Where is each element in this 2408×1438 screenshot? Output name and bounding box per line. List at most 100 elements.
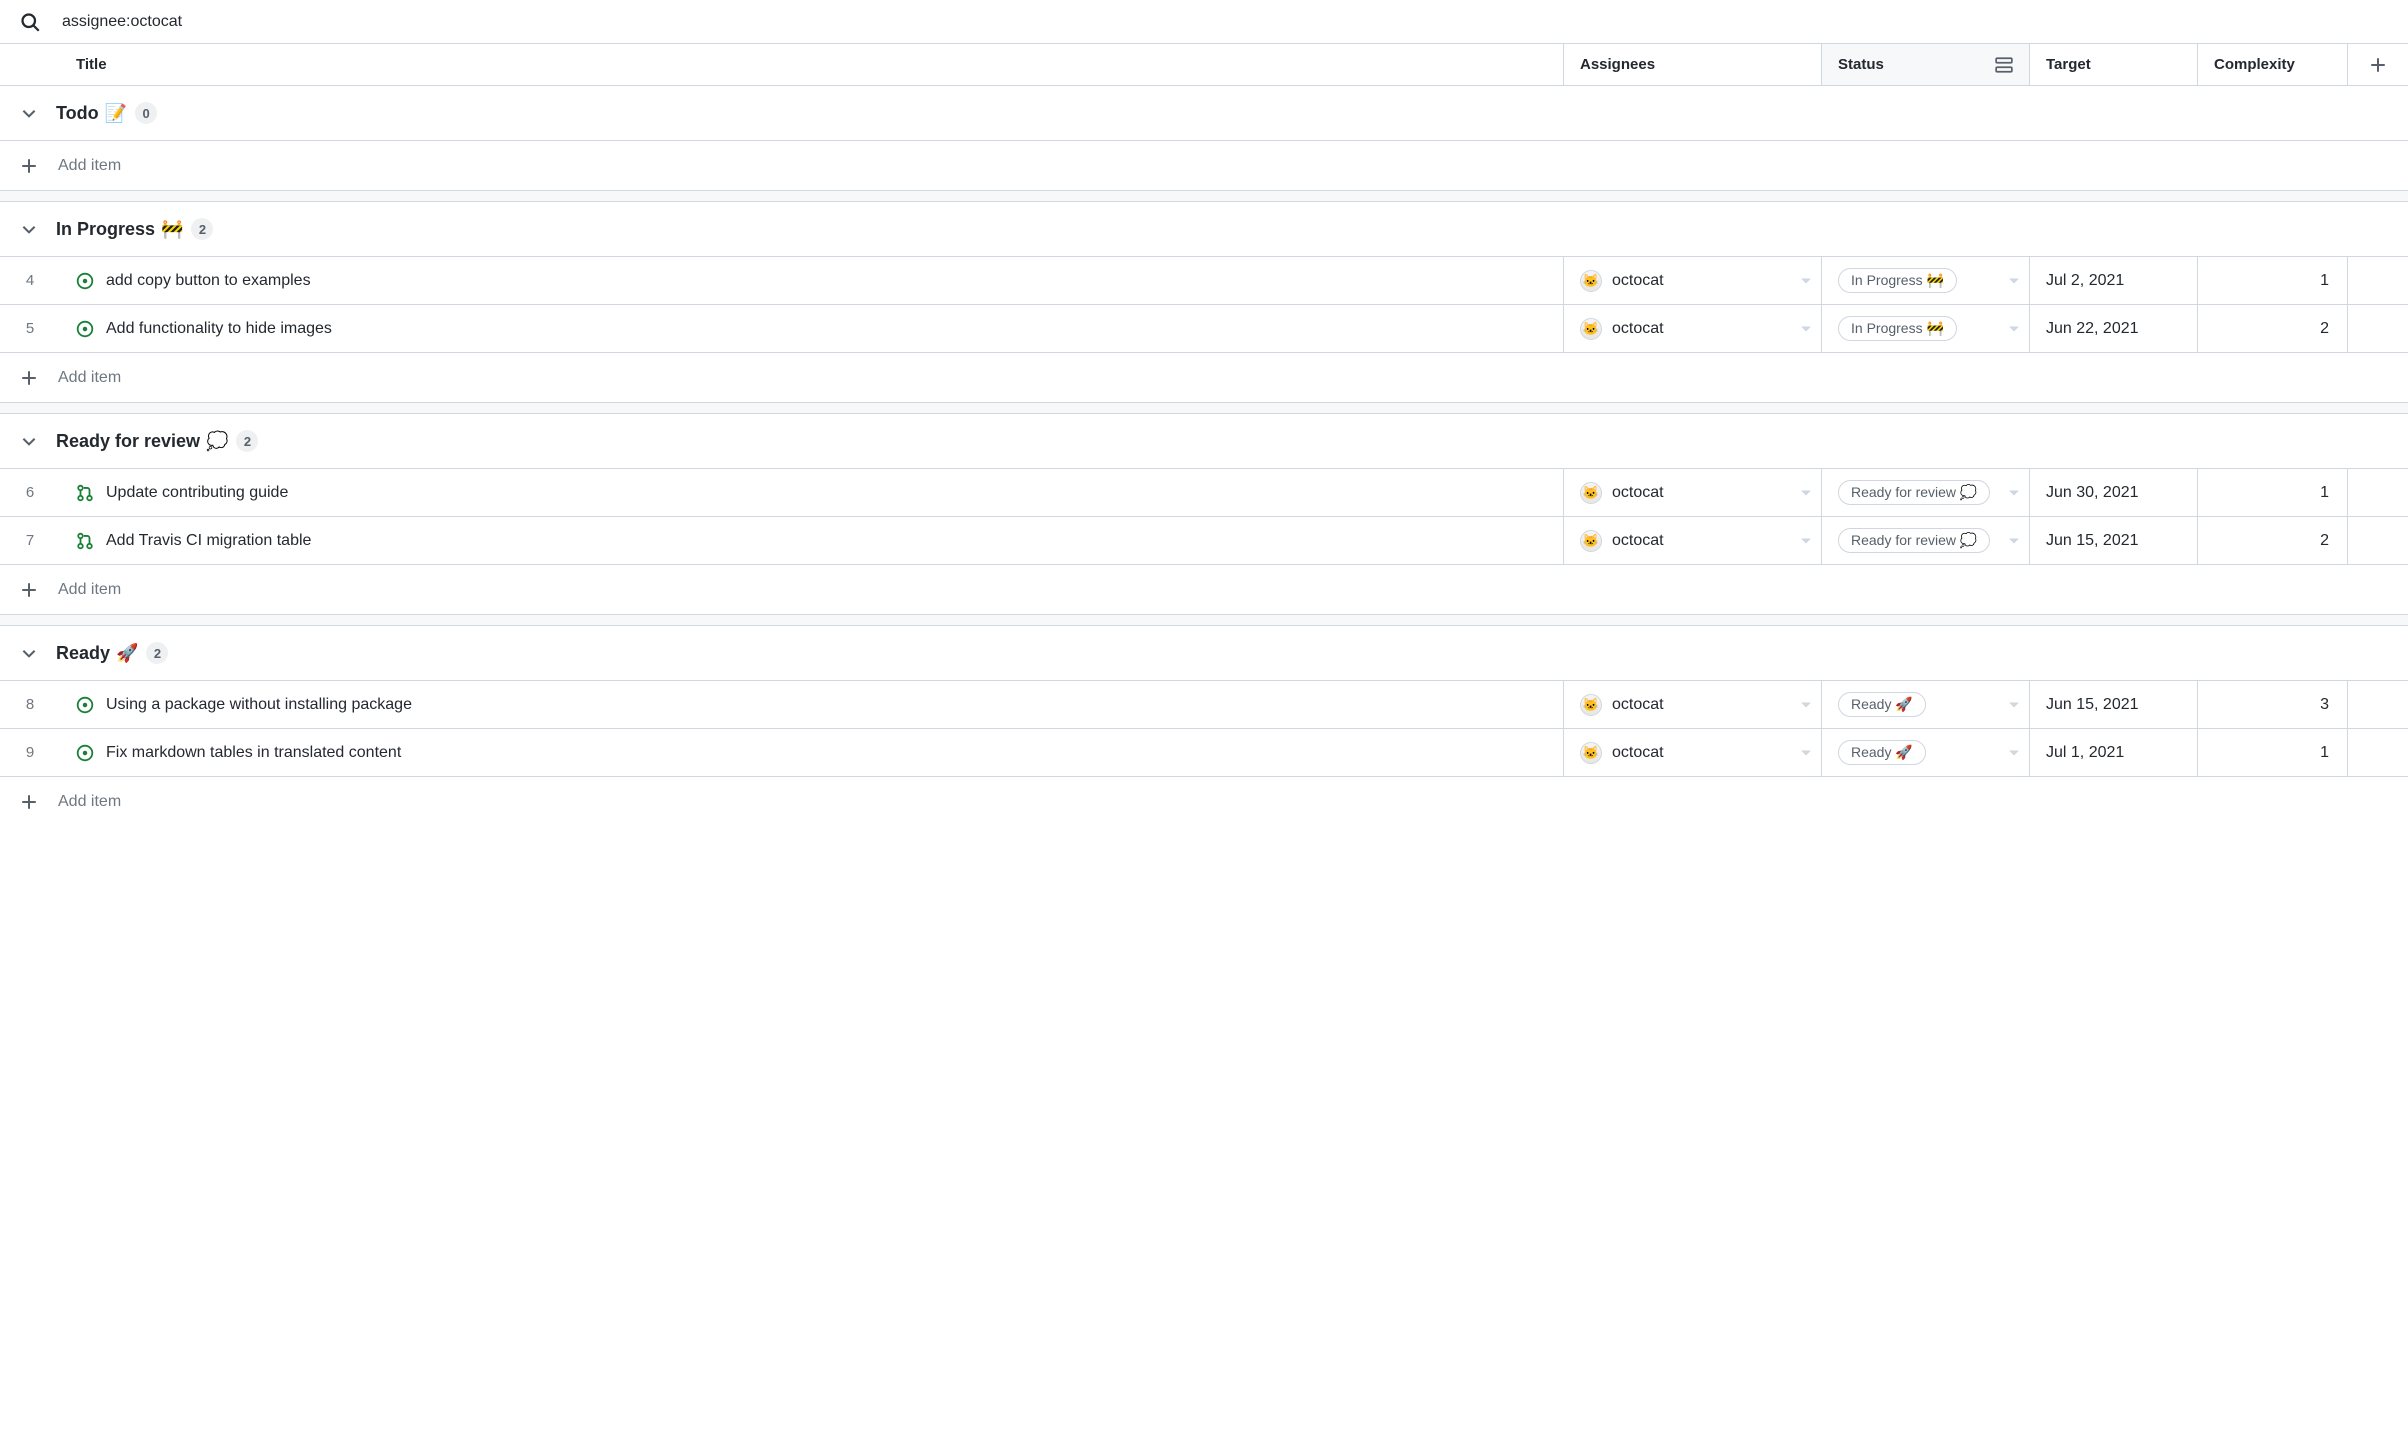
group-count-badge: 0 (135, 102, 157, 124)
group-header[interactable]: Ready for review 💭 2 (0, 414, 2408, 468)
issue-title[interactable]: Add functionality to hide images (106, 320, 332, 338)
column-header-title[interactable]: Title (60, 44, 1564, 85)
row-number: 7 (0, 517, 60, 564)
column-header-complexity[interactable]: Complexity (2198, 44, 2348, 85)
add-item-button[interactable]: Add item (0, 564, 2408, 614)
add-item-button[interactable]: Add item (0, 140, 2408, 190)
group-name: In Progress (56, 219, 155, 240)
issue-title[interactable]: add copy button to examples (106, 272, 311, 290)
cell-assignees[interactable]: 🐱 octocat (1564, 469, 1822, 516)
cell-trailing (2348, 469, 2408, 516)
dropdown-caret-icon (1801, 278, 1811, 283)
dropdown-caret-icon (1801, 750, 1811, 755)
cell-status[interactable]: Ready for review 💭 (1822, 517, 2030, 564)
cell-complexity[interactable]: 1 (2198, 469, 2348, 516)
cell-trailing (2348, 681, 2408, 728)
cell-target[interactable]: Jul 1, 2021 (2030, 729, 2198, 776)
issue-title[interactable]: Add Travis CI migration table (106, 532, 311, 550)
column-header-assignees[interactable]: Assignees (1564, 44, 1822, 85)
group-name: Ready for review (56, 431, 200, 452)
group-emoji: 🚀 (116, 643, 138, 664)
plus-icon (20, 793, 38, 811)
cell-status[interactable]: Ready for review 💭 (1822, 469, 2030, 516)
issue-title[interactable]: Update contributing guide (106, 484, 288, 502)
row-number: 9 (0, 729, 60, 776)
cell-target[interactable]: Jul 2, 2021 (2030, 257, 2198, 304)
status-pill: Ready 🚀 (1838, 692, 1926, 717)
cell-title[interactable]: Update contributing guide (60, 469, 1564, 516)
group-name: Todo (56, 103, 99, 124)
cell-status[interactable]: Ready 🚀 (1822, 729, 2030, 776)
dropdown-caret-icon (2009, 278, 2019, 283)
group: Todo 📝 0 Add item (0, 86, 2408, 190)
cell-complexity[interactable]: 3 (2198, 681, 2348, 728)
cell-complexity[interactable]: 1 (2198, 257, 2348, 304)
cell-complexity[interactable]: 2 (2198, 305, 2348, 352)
add-item-button[interactable]: Add item (0, 776, 2408, 826)
column-header-status[interactable]: Status (1822, 44, 2030, 85)
cell-title[interactable]: Fix markdown tables in translated conten… (60, 729, 1564, 776)
cell-title[interactable]: Add Travis CI migration table (60, 517, 1564, 564)
group: Ready 🚀 2 8 Using a package without inst… (0, 626, 2408, 826)
table-row[interactable]: 6 Update contributing guide 🐱 octocat Re… (0, 468, 2408, 516)
cell-status[interactable]: In Progress 🚧 (1822, 257, 2030, 304)
status-pill: Ready 🚀 (1838, 740, 1926, 765)
add-item-label: Add item (58, 793, 121, 811)
table-row[interactable]: 5 Add functionality to hide images 🐱 oct… (0, 304, 2408, 352)
column-header-rownum (0, 44, 60, 85)
cell-trailing (2348, 729, 2408, 776)
dropdown-caret-icon (1801, 490, 1811, 495)
cell-status[interactable]: In Progress 🚧 (1822, 305, 2030, 352)
cell-complexity[interactable]: 1 (2198, 729, 2348, 776)
assignee-name: octocat (1612, 320, 1664, 338)
issue-open-icon (76, 696, 94, 714)
column-header-target[interactable]: Target (2030, 44, 2198, 85)
chevron-down-icon (20, 432, 38, 450)
cell-assignees[interactable]: 🐱 octocat (1564, 517, 1822, 564)
cell-assignees[interactable]: 🐱 octocat (1564, 681, 1822, 728)
issue-title[interactable]: Using a package without installing packa… (106, 696, 412, 714)
cell-target[interactable]: Jun 22, 2021 (2030, 305, 2198, 352)
group-header[interactable]: In Progress 🚧 2 (0, 202, 2408, 256)
add-item-label: Add item (58, 157, 121, 175)
issue-title[interactable]: Fix markdown tables in translated conten… (106, 744, 401, 762)
dropdown-caret-icon (2009, 490, 2019, 495)
cell-title[interactable]: Add functionality to hide images (60, 305, 1564, 352)
cell-complexity[interactable]: 2 (2198, 517, 2348, 564)
cell-title[interactable]: add copy button to examples (60, 257, 1564, 304)
cell-target[interactable]: Jun 15, 2021 (2030, 681, 2198, 728)
group-header[interactable]: Ready 🚀 2 (0, 626, 2408, 680)
group-count-badge: 2 (236, 430, 258, 452)
assignee-name: octocat (1612, 744, 1664, 762)
dropdown-caret-icon (1801, 326, 1811, 331)
group-header[interactable]: Todo 📝 0 (0, 86, 2408, 140)
search-input[interactable] (62, 13, 2388, 31)
column-header-row: Title Assignees Status Target Complexity (0, 44, 2408, 86)
cell-title[interactable]: Using a package without installing packa… (60, 681, 1564, 728)
cell-target[interactable]: Jun 15, 2021 (2030, 517, 2198, 564)
avatar: 🐱 (1580, 530, 1602, 552)
group-emoji: 💭 (206, 431, 228, 452)
chevron-down-icon (20, 104, 38, 122)
table-row[interactable]: 7 Add Travis CI migration table 🐱 octoca… (0, 516, 2408, 564)
add-item-button[interactable]: Add item (0, 352, 2408, 402)
cell-assignees[interactable]: 🐱 octocat (1564, 305, 1822, 352)
issue-open-icon (76, 272, 94, 290)
issue-open-icon (76, 320, 94, 338)
group-by-icon (1995, 56, 2013, 74)
cell-target[interactable]: Jun 30, 2021 (2030, 469, 2198, 516)
assignee-name: octocat (1612, 696, 1664, 714)
avatar: 🐱 (1580, 270, 1602, 292)
table-row[interactable]: 4 add copy button to examples 🐱 octocat … (0, 256, 2408, 304)
avatar: 🐱 (1580, 318, 1602, 340)
add-column-button[interactable] (2348, 44, 2408, 85)
table-row[interactable]: 8 Using a package without installing pac… (0, 680, 2408, 728)
cell-status[interactable]: Ready 🚀 (1822, 681, 2030, 728)
cell-trailing (2348, 517, 2408, 564)
table-row[interactable]: 9 Fix markdown tables in translated cont… (0, 728, 2408, 776)
issue-open-icon (76, 744, 94, 762)
cell-assignees[interactable]: 🐱 octocat (1564, 257, 1822, 304)
cell-assignees[interactable]: 🐱 octocat (1564, 729, 1822, 776)
plus-icon (20, 581, 38, 599)
status-pill: In Progress 🚧 (1838, 316, 1957, 341)
